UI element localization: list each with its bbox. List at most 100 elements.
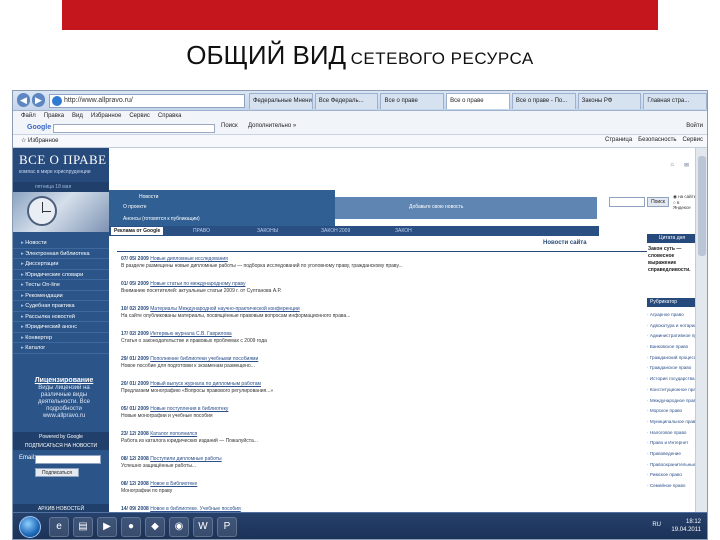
browser-tabs: Федеральные Мнения Все Федераль... Все о… (249, 93, 707, 110)
system-clock[interactable]: 18:12 19.04.2011 (671, 518, 701, 534)
scrollbar-thumb[interactable] (698, 156, 706, 256)
sidebar-item-announce[interactable]: Юридический анонс (13, 322, 109, 333)
news-link[interactable]: Интервью журнала С.В. Гаврилова (150, 331, 232, 337)
rubric-item[interactable]: Римское право (647, 470, 697, 481)
menu-view[interactable]: Вид (72, 111, 83, 122)
windows-taskbar: e ▤ ▶ ● ◆ ◉ W P RU 18:12 19.04.2011 (13, 512, 707, 539)
nav-law-2009[interactable]: ЗАКОН 2009 (321, 226, 350, 236)
sidebar-item-court-practice[interactable]: Судебная практика (13, 301, 109, 312)
site-logo[interactable]: ВСЕ О ПРАВЕ (19, 152, 107, 168)
news-link[interactable]: Новые дипломные исследования (150, 256, 228, 262)
sidebar-item-library[interactable]: Электронная библиотека (13, 249, 109, 259)
browser-tab[interactable]: Федеральные Мнения (249, 93, 313, 109)
folder-taskbar-icon[interactable]: ▤ (73, 517, 93, 537)
news-link[interactable]: Новый выпуск журнала по дипломным работа… (150, 381, 261, 387)
tools-menu[interactable]: Сервис (682, 137, 703, 143)
rubric-item[interactable]: Налоговое право (647, 428, 697, 439)
search-option-site-label: на сайте (678, 194, 697, 199)
sidebar-item-tests[interactable]: Тесты On-line (13, 280, 109, 291)
email-field[interactable] (35, 455, 101, 464)
strip-about-link[interactable]: О проекте (123, 204, 147, 210)
rubric-item[interactable]: Правоведение (647, 449, 697, 460)
safety-menu[interactable]: Безопасность (638, 137, 676, 143)
strip-news-label[interactable]: Новости (139, 194, 158, 200)
site-search-input[interactable] (609, 197, 645, 207)
sidebar-item-news[interactable]: Новости (13, 238, 109, 249)
news-link[interactable]: Новые поступления в библиотеку (150, 406, 228, 412)
rubric-item[interactable]: Международное право (647, 396, 697, 407)
favorites-button[interactable]: ☆ Избранное (21, 137, 58, 144)
chrome-taskbar-icon[interactable]: ◉ (169, 517, 189, 537)
menu-edit[interactable]: Правка (44, 111, 64, 122)
news-link[interactable]: Новые статьи по международному праву (150, 281, 245, 287)
search-option-yandex[interactable]: ○ в Яндексе (673, 200, 697, 211)
google-ads-label[interactable]: Реклама от Google (111, 227, 164, 235)
rubric-item[interactable]: Семейное право (647, 481, 697, 492)
clock-date: 19.04.2011 (671, 527, 701, 533)
strip-announce-link[interactable]: Анонсы (готовятся к публикации) (123, 216, 200, 222)
nav-law-2[interactable]: ЗАКОН (395, 226, 412, 236)
news-link[interactable]: Новое в Библиотеке (150, 481, 197, 487)
google-more-button[interactable]: Дополнительно » (248, 123, 296, 129)
menu-favorites[interactable]: Избранное (91, 111, 121, 122)
license-banner[interactable]: Лицензирование Виды лицензий на различны… (27, 377, 101, 420)
home-icon[interactable]: ⌂ (670, 162, 674, 169)
sidebar-item-mailing[interactable]: Рассылка новостей (13, 312, 109, 322)
sidebar-item-recommendations[interactable]: Рекомендации (13, 291, 109, 301)
browser-tab[interactable]: Законы РФ (577, 93, 642, 109)
ie-taskbar-icon[interactable]: e (49, 517, 69, 537)
firefox-taskbar-icon[interactable]: ● (121, 517, 141, 537)
rubric-item[interactable]: Аграрное право (647, 310, 697, 321)
start-button[interactable] (19, 516, 41, 538)
google-search-input[interactable] (53, 124, 215, 133)
subscribe-button[interactable]: Подписаться (35, 468, 79, 477)
sidebar-item-theses[interactable]: Диссертации (13, 259, 109, 270)
news-archive-link[interactable]: АРХИВ НОВОСТЕЙ (13, 504, 109, 512)
rubric-item[interactable]: История государства и права (647, 374, 697, 385)
app-taskbar-icon[interactable]: ◆ (145, 517, 165, 537)
add-news-link[interactable]: Добавьте свою новость (409, 204, 463, 210)
browser-tab-active[interactable]: Все о праве (446, 93, 510, 109)
news-link[interactable]: Пополнение библиотеки учебными пособиями (150, 356, 258, 362)
menu-file[interactable]: Файл (21, 111, 36, 122)
browser-tab[interactable]: Все Федераль... (314, 93, 379, 109)
powerpoint-taskbar-icon[interactable]: P (217, 517, 237, 537)
news-link[interactable]: Материалы Международной научно-практичес… (150, 306, 299, 312)
sidebar-item-converter[interactable]: Конвертер (13, 333, 109, 343)
forward-icon[interactable]: ▶ (32, 93, 45, 107)
rubric-item[interactable]: Гражданский процесс (647, 353, 697, 364)
browser-tab[interactable]: Все о праве - По... (511, 93, 576, 109)
news-link[interactable]: Поступили дипломные работы (150, 456, 221, 462)
google-login-button[interactable]: Войти (686, 123, 703, 129)
nav-laws[interactable]: ЗАКОНЫ (257, 226, 278, 236)
sidebar-item-dictionaries[interactable]: Юридические словари (13, 270, 109, 280)
rubric-item[interactable]: Муниципальное право (647, 417, 697, 428)
content-divider (117, 251, 647, 252)
language-indicator[interactable]: RU (652, 522, 661, 528)
rubric-item[interactable]: Право и Интернет (647, 438, 697, 449)
news-link[interactable]: Каталог пополнился (150, 431, 197, 437)
sidebar-item-catalog[interactable]: Каталог (13, 343, 109, 354)
rubric-item[interactable]: Банковское право (647, 342, 697, 353)
address-input[interactable]: http://www.allpravo.ru/ (49, 94, 245, 108)
browser-tab[interactable]: Главная стра... (643, 93, 707, 109)
page-scrollbar[interactable] (695, 148, 707, 512)
media-taskbar-icon[interactable]: ▶ (97, 517, 117, 537)
mail-icon[interactable]: ✉ (684, 162, 689, 169)
rubric-item[interactable]: Гражданское право (647, 363, 697, 374)
rubric-item[interactable]: Адвокатура и нотариат (647, 321, 697, 332)
nav-law[interactable]: ПРАВО (193, 226, 210, 236)
news-item: 08/ 12/ 2008 Новое в Библиотеке Монограф… (121, 481, 641, 506)
rubric-item[interactable]: Правоохранительные органы (647, 460, 697, 471)
rubric-item[interactable]: Административное право (647, 331, 697, 342)
menu-help[interactable]: Справка (158, 111, 182, 122)
word-taskbar-icon[interactable]: W (193, 517, 213, 537)
menu-tools[interactable]: Сервис (129, 111, 150, 122)
google-search-button[interactable]: Поиск (221, 123, 238, 129)
browser-tab[interactable]: Все о праве (380, 93, 445, 109)
rubric-item[interactable]: Морское право (647, 406, 697, 417)
site-search-button[interactable]: Поиск (647, 197, 669, 207)
page-menu[interactable]: Страница (605, 137, 632, 143)
rubric-item[interactable]: Конституционное право (647, 385, 697, 396)
back-icon[interactable]: ◀ (17, 93, 30, 107)
